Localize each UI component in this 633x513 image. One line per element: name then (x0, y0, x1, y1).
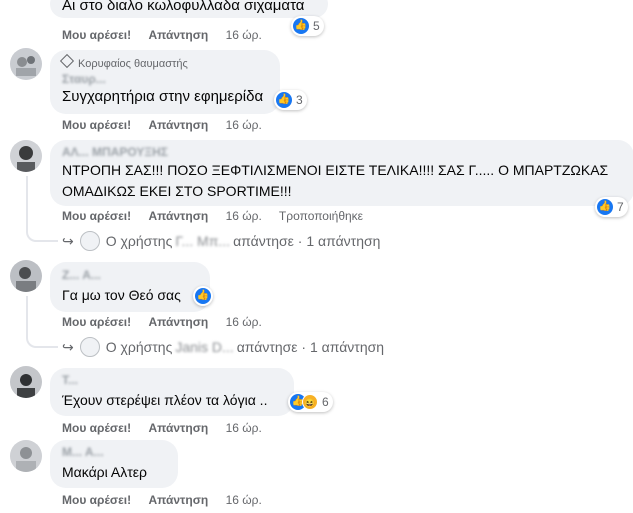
avatar[interactable] (10, 366, 42, 398)
comment-actions: Μου αρέσει! Απάντηση 16 ώρ. (62, 493, 276, 507)
like-icon: 👍 (195, 288, 211, 304)
laughing-face-icon: 😆 (302, 394, 318, 410)
reaction-summary[interactable]: 👍 😆 6 (288, 392, 333, 412)
comment-actions: Μου αρέσει! Απάντηση 16 ώρ. (62, 421, 276, 435)
comment-bubble: Ζ... Α... Γα μω τον Θεό σας (50, 262, 210, 312)
reaction-count: 7 (617, 200, 624, 214)
avatar[interactable] (10, 48, 42, 80)
like-button[interactable]: Μου αρέσει! (62, 315, 131, 329)
comment-text: Μακάρι Αλτερ (62, 464, 147, 480)
comment-bubble: Κορυφαίος θαυμαστής Σταυρ... Συγχαρητήρι… (50, 50, 280, 114)
reply-button[interactable]: Απάντηση (148, 118, 208, 132)
replies-link[interactable]: ↪ Ο χρήστης Janis D... απάντησε · 1 απάν… (62, 337, 384, 357)
reply-button[interactable]: Απάντηση (148, 493, 208, 507)
timestamp[interactable]: 16 ώρ. (226, 493, 262, 507)
like-button[interactable]: Μου αρέσει! (62, 28, 131, 42)
comment-text: Έχουν στερέψει πλέον τα λόγια .. (62, 392, 268, 408)
comment-bubble: ΑΛ... ΜΠΑΡΟΥΞΗΣ ΝΤΡΟΠΗ ΣΑΣ!!! ΠΟΣΟ ΞΕΦΤΙ… (50, 140, 633, 206)
timestamp[interactable]: 16 ώρ. (226, 28, 262, 42)
reaction-count: 3 (296, 93, 303, 107)
reaction-summary[interactable]: 👍 3 (274, 90, 307, 110)
reply-button[interactable]: Απάντηση (148, 421, 208, 435)
avatar[interactable] (10, 440, 42, 472)
commenter-name[interactable]: ΑΛ... ΜΠΑΡΟΥΞΗΣ (62, 145, 168, 159)
like-button[interactable]: Μου αρέσει! (62, 118, 131, 132)
reply-arrow-icon: ↪ (62, 338, 74, 355)
comment-actions: Μου αρέσει! Απάντηση 16 ώρ. (62, 315, 276, 329)
replies-link[interactable]: ↪ Ο χρήστης Γ... Μπ... απάντησε · 1 απάν… (62, 231, 380, 251)
diamond-icon (59, 53, 75, 69)
like-icon: 👍 (597, 199, 613, 215)
reply-button[interactable]: Απάντηση (148, 209, 208, 223)
like-icon: 👍 (276, 92, 292, 108)
reply-button[interactable]: Απάντηση (148, 315, 208, 329)
comment-text: Γα μω τον Θεό σας (62, 287, 181, 303)
like-icon: 👍 (293, 18, 309, 34)
comment-text: ΝΤΡΟΠΗ ΣΑΣ!!! ΠΟΣΟ ΞΕΦΤΙΛΙΣΜΕΝΟΙ ΕΙΣΤΕ Τ… (62, 162, 609, 178)
avatar (79, 337, 100, 357)
timestamp[interactable]: 16 ώρ. (226, 209, 262, 223)
comment-bubble: Μ... Α... Μακάρι Αλτερ (50, 440, 178, 488)
reaction-count: 5 (313, 19, 320, 33)
comment-actions: Μου αρέσει! Απάντηση 16 ώρ. (62, 28, 276, 42)
comment-actions: Μου αρέσει! Απάντηση 16 ώρ. (62, 118, 276, 132)
timestamp[interactable]: 16 ώρ. (226, 421, 262, 435)
timestamp[interactable]: 16 ώρ. (226, 315, 262, 329)
comment-text: ΟΜΑΔΙΚΩΣ ΕΚΕΙ ΣΤΟ SPORTIME!!! (62, 183, 292, 199)
like-button[interactable]: Μου αρέσει! (62, 209, 131, 223)
comment-bubble: Αι στο διαλο κωλοφυλλαδα σιχαματα (50, 0, 328, 18)
reaction-summary[interactable]: 👍 5 (291, 16, 324, 36)
commenter-name[interactable]: Μ... Α... (62, 445, 104, 459)
edited-label: Τροποποιήθηκε (278, 209, 364, 223)
avatar[interactable] (10, 260, 42, 292)
like-button[interactable]: Μου αρέσει! (62, 493, 131, 507)
top-fan-badge: Κορυφαίος θαυμαστής (59, 53, 188, 70)
reply-button[interactable]: Απάντηση (148, 28, 208, 42)
avatar[interactable] (10, 140, 42, 172)
comment-actions: Μου αρέσει! Απάντηση 16 ώρ. Τροποποιήθηκ… (62, 209, 377, 223)
commenter-name[interactable]: Τ... (62, 373, 78, 387)
reaction-summary[interactable]: 👍 7 (595, 197, 628, 217)
avatar (79, 231, 100, 251)
comment-text: Αι στο διαλο κωλοφυλλαδα σιχαματα (62, 0, 305, 14)
comment-text: Συγχαρητήρια στην εφημερίδα (62, 88, 264, 105)
like-button[interactable]: Μου αρέσει! (62, 421, 131, 435)
reply-arrow-icon: ↪ (62, 232, 74, 249)
timestamp[interactable]: 16 ώρ. (226, 118, 262, 132)
commenter-name[interactable]: Σταυρ... (62, 72, 106, 86)
commenter-name[interactable]: Ζ... Α... (62, 268, 101, 282)
comment-bubble: Τ... Έχουν στερέψει πλέον τα λόγια .. (50, 368, 294, 416)
reaction-count: 6 (322, 395, 329, 409)
reaction-summary[interactable]: 👍 (193, 286, 213, 306)
